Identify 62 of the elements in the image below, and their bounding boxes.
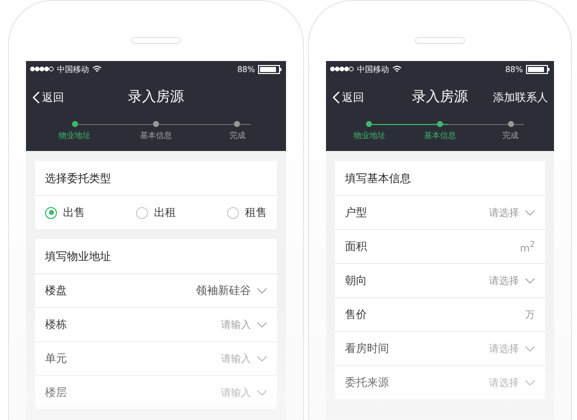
radio-icon[interactable] (136, 206, 148, 218)
screen-title: 录入房源 (412, 88, 468, 106)
screen-title: 录入房源 (128, 88, 184, 106)
chevron-down-icon[interactable] (525, 380, 535, 386)
carrier-name: 中国移动 (57, 64, 89, 74)
field-placeholder[interactable]: 请输入 (221, 352, 251, 366)
field-placeholder[interactable]: 万 (525, 308, 535, 322)
wifi-icon (392, 65, 402, 73)
chevron-down-icon[interactable] (525, 278, 535, 284)
battery-percent: 88% (505, 64, 523, 74)
back-chevron-icon[interactable] (32, 90, 40, 104)
chevron-down-icon[interactable] (257, 356, 267, 362)
step-label: 完成 (229, 130, 246, 141)
field-placeholder[interactable]: m$^{2}$ (520, 238, 535, 254)
radio-option[interactable]: 出租 (136, 205, 176, 220)
field-label: 面积 (345, 239, 367, 254)
field-value[interactable]: 领袖新硅谷 (196, 283, 251, 298)
field-label: 楼层 (45, 385, 67, 400)
step-label: 物业地址 (58, 130, 91, 141)
field-label: 楼盘 (45, 283, 67, 298)
battery-icon (258, 64, 282, 74)
field-placeholder[interactable]: 请输入 (221, 386, 251, 400)
back-button[interactable]: 返回 (332, 90, 364, 104)
battery-percent: 88% (237, 64, 255, 74)
chevron-down-icon[interactable] (257, 390, 267, 396)
field-label: 朝向 (345, 273, 367, 288)
chevron-down-icon[interactable] (257, 288, 267, 294)
section-title: 填写物业地址 (44, 248, 112, 264)
add-contact-button[interactable]: 添加联系人 (493, 90, 548, 104)
field-placeholder[interactable]: 请选择 (489, 376, 519, 390)
battery-icon (526, 64, 550, 74)
wifi-icon (92, 65, 102, 73)
step-label: 物业地址 (353, 130, 386, 141)
field-label: 户型 (345, 205, 367, 220)
speaker-slot (131, 37, 181, 44)
radio-icon[interactable] (45, 206, 57, 218)
step-label: 基本信息 (140, 130, 172, 141)
section-title: 填写基本信息 (344, 170, 412, 186)
step-label: 完成 (502, 130, 519, 141)
field-label: 楼栋 (45, 317, 67, 332)
field-label: 委托来源 (345, 375, 389, 390)
field-label: 售价 (345, 307, 367, 322)
back-chevron-icon[interactable] (332, 90, 340, 104)
field-label: 单元 (45, 351, 67, 366)
back-button[interactable]: 返回 (32, 90, 64, 104)
radio-option[interactable]: 出售 (45, 205, 85, 220)
step-label: 基本信息 (424, 130, 456, 141)
signal-icon (30, 66, 54, 72)
carrier-name: 中国移动 (357, 64, 389, 74)
field-placeholder[interactable]: 请输入 (221, 318, 251, 332)
section-title: 选择委托类型 (44, 170, 112, 186)
radio-option[interactable]: 租售 (227, 205, 267, 220)
chevron-down-icon[interactable] (525, 210, 535, 216)
radio-icon[interactable] (227, 206, 239, 218)
field-label: 看房时间 (345, 341, 389, 356)
field-placeholder[interactable]: 请选择 (489, 206, 519, 220)
signal-icon (330, 66, 354, 72)
field-placeholder[interactable]: 请选择 (489, 342, 519, 356)
chevron-down-icon[interactable] (525, 346, 535, 352)
speaker-slot (415, 37, 465, 44)
chevron-down-icon[interactable] (257, 322, 267, 328)
field-placeholder[interactable]: 请选择 (489, 274, 519, 288)
